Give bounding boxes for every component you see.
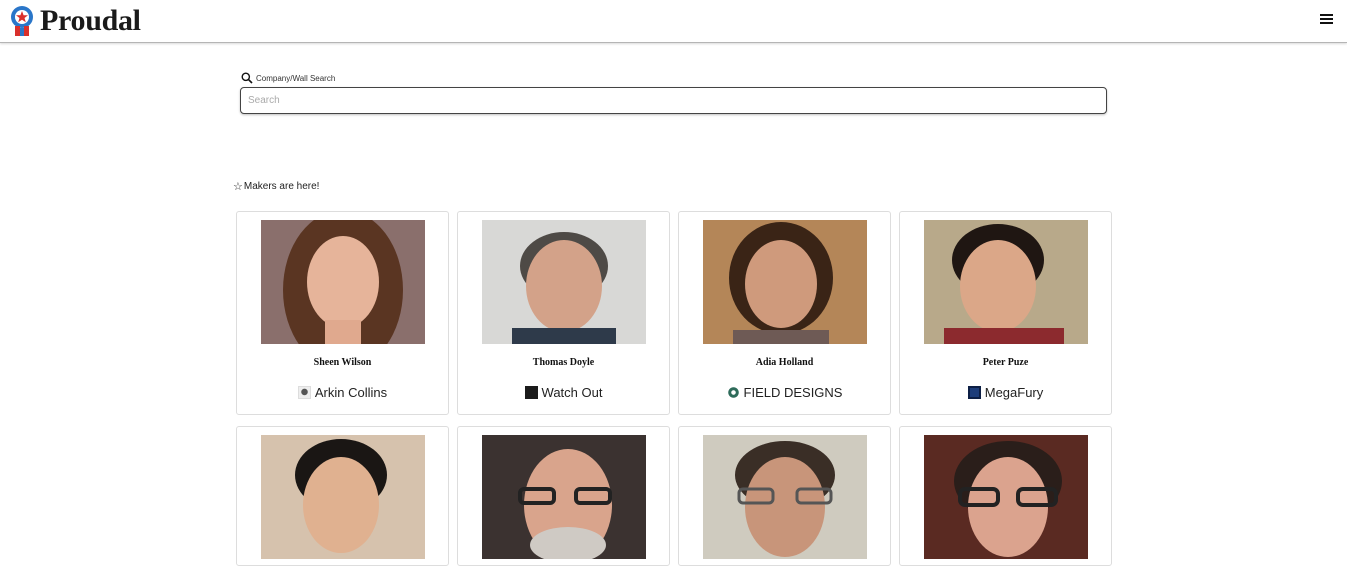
maker-card[interactable] <box>899 426 1112 566</box>
maker-company[interactable]: MegaFury <box>900 385 1111 400</box>
maker-company[interactable]: FIELD DESIGNS <box>679 385 890 400</box>
hamburger-menu-icon[interactable] <box>1320 14 1333 25</box>
maker-name: Sheen Wilson <box>313 357 372 368</box>
maker-photo <box>482 220 646 344</box>
brand-logo[interactable]: Proudal <box>7 4 141 38</box>
maker-company[interactable]: Watch Out <box>458 385 669 400</box>
maker-photo <box>261 220 425 344</box>
company-logo-icon <box>967 386 981 399</box>
search-icon <box>241 72 253 84</box>
maker-photo <box>703 435 867 559</box>
maker-card[interactable]: Thomas Doyle Watch Out <box>457 211 670 415</box>
company-name: Arkin Collins <box>314 385 388 400</box>
search-input[interactable] <box>240 87 1107 114</box>
proudal-logo-icon <box>11 6 33 36</box>
maker-photo <box>261 435 425 559</box>
company-logo-icon <box>524 386 538 399</box>
maker-name: Peter Puze <box>982 357 1029 368</box>
company-logo-icon <box>726 386 740 399</box>
maker-card[interactable] <box>236 426 449 566</box>
maker-card[interactable]: Peter Puze MegaFury <box>899 211 1112 415</box>
maker-photo <box>924 220 1088 344</box>
maker-name: Thomas Doyle <box>532 357 595 368</box>
star-icon: ☆ <box>233 181 243 193</box>
maker-card[interactable] <box>678 426 891 566</box>
maker-name: Adia Holland <box>755 357 814 368</box>
maker-company[interactable]: Arkin Collins <box>237 385 448 400</box>
maker-photo <box>482 435 646 559</box>
top-navbar: Proudal <box>0 0 1347 43</box>
section-title-text: Makers are here! <box>243 181 320 192</box>
search-label-text: Company/Wall Search <box>256 73 336 83</box>
maker-card[interactable]: Sheen Wilson Arkin Collins <box>236 211 449 415</box>
brand-name: Proudal <box>40 4 141 37</box>
search-label: Company/Wall Search <box>241 72 335 84</box>
company-logo-icon <box>297 386 311 399</box>
company-name: FIELD DESIGNS <box>743 385 843 400</box>
company-name: Watch Out <box>541 385 603 400</box>
maker-card[interactable]: Adia Holland FIELD DESIGNS <box>678 211 891 415</box>
company-name: MegaFury <box>984 385 1044 400</box>
maker-photo <box>924 435 1088 559</box>
maker-photo <box>703 220 867 344</box>
maker-card[interactable] <box>457 426 670 566</box>
section-title: ☆ Makers are here! <box>233 180 319 193</box>
